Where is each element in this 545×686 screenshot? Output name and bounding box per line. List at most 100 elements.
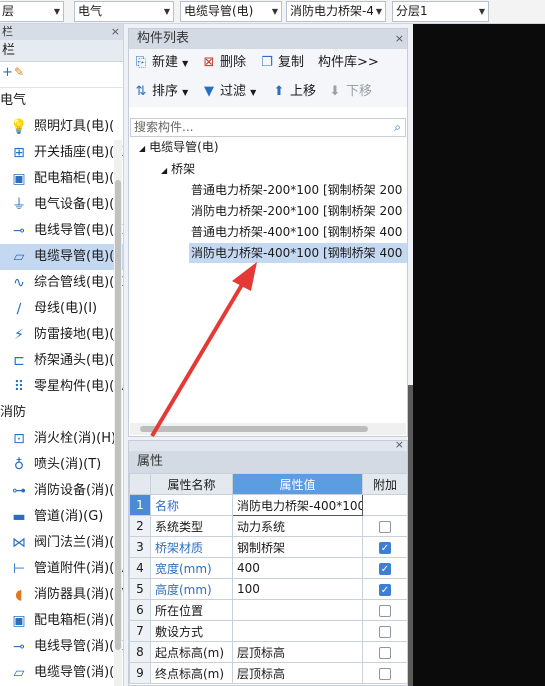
nav-item[interactable]: ⠿ 零星构件(电)(A	[0, 374, 123, 400]
new-button[interactable]: ⎘ 新建 ▼	[133, 54, 189, 73]
extra-checkbox[interactable]	[379, 520, 391, 533]
add-icon[interactable]: +	[2, 65, 13, 80]
close-icon[interactable]: ×	[395, 29, 404, 49]
property-row[interactable]: 8 起点标高(m) 层顶标高	[129, 641, 408, 663]
nav-item[interactable]: ⊞ 开关插座(电)(K	[0, 140, 123, 166]
property-value-field[interactable]: 动力系统	[232, 515, 363, 537]
nav-item-label: 管道(消)(G)	[34, 509, 104, 524]
extra-checkbox[interactable]: ✓	[379, 583, 391, 596]
edit-icon[interactable]: ✎	[14, 65, 24, 79]
nav-item[interactable]: ▱ 电缆导管(消)(L	[0, 660, 123, 686]
sort-button[interactable]: ⇅ 排序 ▼	[133, 83, 189, 102]
nav-item[interactable]: ▣ 配电箱柜(消)(P	[0, 608, 123, 634]
tree-leaf-node[interactable]: 普通电力桥架-200*100 [钢制桥架 200 1	[191, 180, 407, 200]
tree-category-node[interactable]: ◢ 桥架	[161, 159, 195, 179]
nav-item[interactable]: ⏚ 电气设备(电)(S	[0, 192, 123, 218]
property-row[interactable]: 7 敷设方式	[129, 620, 408, 642]
extra-checkbox[interactable]: ✓	[379, 562, 391, 575]
property-value-field[interactable]: 钢制桥架	[232, 536, 363, 558]
component-type-combo[interactable]: 电缆导管(电) ▼	[180, 1, 282, 22]
nav-item-label: 消防器具(消)(V	[34, 587, 123, 602]
property-row[interactable]: 2 系统类型 动力系统	[129, 515, 408, 537]
nav-item[interactable]: 💡 照明灯具(电)(	[0, 114, 123, 140]
extra-checkbox[interactable]	[379, 625, 391, 638]
nav-group-electric[interactable]: 电气	[0, 88, 123, 114]
nav-item[interactable]: ⊶ 消防设备(消)(S	[0, 478, 123, 504]
nav-item[interactable]: ⊢ 管道附件(消)(A	[0, 556, 123, 582]
filter-button[interactable]: ▼ 过滤 ▼	[201, 83, 256, 102]
nav-item[interactable]: ▬ 管道(消)(G)	[0, 504, 123, 530]
nav-scrollbar[interactable]	[114, 140, 122, 686]
discipline-combo[interactable]: 电气 ▼	[74, 1, 174, 22]
property-value-field[interactable]	[232, 599, 363, 621]
chevron-down-icon[interactable]: ▼	[269, 2, 281, 21]
property-row[interactable]: 4 宽度(mm) 400 ✓	[129, 557, 408, 579]
nav-item[interactable]: ▱ 电缆导管(电)(L	[0, 244, 123, 270]
nav-item[interactable]: ♁ 喷头(消)(T)	[0, 452, 123, 478]
property-value-header[interactable]: 属性值	[232, 473, 363, 495]
chevron-down-icon[interactable]: ▼	[51, 2, 63, 21]
sort-button-label: 排序	[152, 84, 179, 99]
valve-icon: ⋈	[12, 535, 26, 551]
property-row[interactable]: 9 终点标高(m) 层顶标高	[129, 662, 408, 684]
layer-combo[interactable]: 分层1 ▼	[392, 1, 489, 22]
search-icon[interactable]: ⌕	[394, 119, 401, 136]
property-value-field[interactable]: 层顶标高	[232, 641, 363, 663]
chevron-down-icon[interactable]: ▼	[373, 2, 385, 21]
nav-item[interactable]: ⋈ 阀门法兰(消)(F	[0, 530, 123, 556]
collapse-icon[interactable]: ◢	[161, 166, 167, 175]
extra-checkbox[interactable]	[379, 604, 391, 617]
drawing-canvas[interactable]	[413, 24, 545, 686]
copy-icon: ❐	[261, 55, 273, 70]
delete-icon: ⊠	[203, 55, 215, 70]
tree-leaf-node[interactable]: 消防电力桥架-200*100 [钢制桥架 200 1	[191, 201, 407, 221]
property-value-field[interactable]	[232, 620, 363, 642]
component-search-input[interactable]: 搜索构件... ⌕	[130, 118, 406, 137]
close-icon[interactable]: ×	[395, 438, 404, 451]
nav-item[interactable]: ⊸ 电线导管(电)(X	[0, 218, 123, 244]
property-row[interactable]: 5 高度(mm) 100 ✓	[129, 578, 408, 600]
nav-item[interactable]: ⊡ 消火栓(消)(H)	[0, 426, 123, 452]
property-row[interactable]: 1 名称 消防电力桥架-400*100	[129, 494, 408, 516]
delete-button[interactable]: ⊠ 删除	[201, 54, 246, 72]
component-combo[interactable]: 消防电力桥架-4 ▼	[286, 1, 386, 22]
property-value-field[interactable]: 层顶标高	[232, 662, 363, 684]
nav-item[interactable]: ⊸ 电线导管(消)(X	[0, 634, 123, 660]
extra-checkbox[interactable]	[379, 646, 391, 659]
property-value-field[interactable]: 消防电力桥架-400*100	[232, 494, 363, 516]
chevron-down-icon[interactable]: ▼	[161, 2, 173, 21]
property-name: 起点标高(m)	[150, 641, 233, 663]
move-down-button[interactable]: ⬇ 下移	[327, 83, 372, 101]
nav-item[interactable]: ∕ 母线(电)(I)	[0, 296, 123, 322]
property-row[interactable]: 6 所在位置	[129, 599, 408, 621]
extra-checkbox[interactable]	[379, 667, 391, 680]
property-row[interactable]: 3 桥架材质 钢制桥架 ✓	[129, 536, 408, 558]
extra-header[interactable]: 附加	[362, 473, 408, 495]
nav-item[interactable]: ⚡ 防雷接地(电)(J	[0, 322, 123, 348]
close-icon[interactable]: ×	[111, 24, 120, 40]
nav-item[interactable]: ∿ 综合管线(电)(Z	[0, 270, 123, 296]
tree-leaf-node-selected[interactable]: 消防电力桥架-400*100 [钢制桥架 400 1	[189, 243, 407, 263]
nav-item[interactable]: ▣ 配电箱柜(电)(P	[0, 166, 123, 192]
floor-combo[interactable]: 层 ▼	[0, 1, 64, 22]
nav-item[interactable]: ◖ 消防器具(消)(V	[0, 582, 123, 608]
tree-leaf-node[interactable]: 普通电力桥架-400*100 [钢制桥架 400 1	[191, 222, 407, 242]
move-up-button[interactable]: ⬆ 上移	[271, 83, 316, 101]
tree-root-node[interactable]: ◢ 电缆导管(电)	[139, 137, 219, 157]
component-list-hscrollbar[interactable]	[130, 423, 406, 435]
chevron-down-icon[interactable]: ▼	[476, 2, 488, 21]
scrollbar-thumb[interactable]	[115, 180, 121, 650]
property-value-field[interactable]: 400	[232, 557, 363, 579]
nav-item[interactable]: ⊏ 桥架通头(电)(F	[0, 348, 123, 374]
copy-button[interactable]: ❐ 复制	[259, 54, 304, 72]
collapse-icon[interactable]: ◢	[139, 144, 145, 153]
property-value-field[interactable]: 100	[232, 578, 363, 600]
extra-checkbox[interactable]: ✓	[379, 541, 391, 554]
nav-panel-title: 栏	[2, 25, 13, 38]
component-library-button[interactable]: 构件库>>	[318, 54, 379, 72]
properties-panel-topbar: ×	[129, 438, 407, 451]
scrollbar-thumb[interactable]	[140, 426, 368, 432]
property-name-header[interactable]: 属性名称	[150, 473, 233, 495]
nav-group-fire[interactable]: 消防	[0, 400, 123, 426]
component-toolbar-1: ⎘ 新建 ▼ ⊠ 删除 ❐ 复制 构件库>>	[129, 49, 407, 78]
